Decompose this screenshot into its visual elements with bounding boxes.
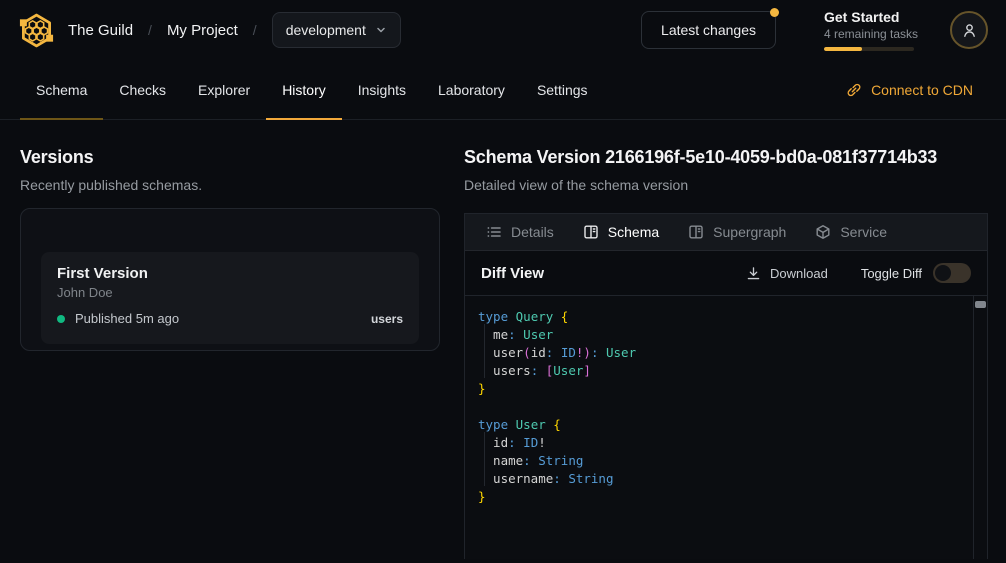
breadcrumb-separator: / [253,22,257,38]
tab-schema[interactable]: Schema [20,60,103,119]
detail-tab-bar: Details Schema [465,214,987,251]
top-bar-actions: Latest changes Get Started 4 remaining t… [641,9,988,51]
download-button[interactable]: Download [746,266,828,281]
top-bar: The Guild / My Project / development Lat… [0,0,1006,60]
latest-changes-button[interactable]: Latest changes [641,11,776,49]
breadcrumb-project[interactable]: My Project [167,22,238,39]
versions-list-card: First Version John Doe Published 5m ago … [20,208,440,351]
detail-tab-label: Schema [608,224,659,240]
toggle-diff-switch[interactable] [933,263,971,283]
progress-bar-fill [824,47,862,51]
user-menu-button[interactable] [950,11,988,49]
tab-history[interactable]: History [266,60,342,119]
diff-view-title: Diff View [481,265,544,282]
diff-view-actions: Download Toggle Diff [746,263,971,283]
versions-section: Versions Recently published schemas. Fir… [20,147,440,563]
notification-dot [770,8,779,17]
toggle-diff-label: Toggle Diff [861,266,922,281]
version-detail-section: Schema Version 2166196f-5e10-4059-bd0a-0… [464,147,988,563]
code-scrollbar-handle[interactable] [975,301,986,308]
code-block: type Query { me: User user(id: ID!): Use… [478,308,971,506]
split-panel-icon [583,224,599,240]
version-name: First Version [57,265,403,282]
published-dot-icon [57,315,65,323]
connect-cdn-link[interactable]: Connect to CDN [846,60,973,119]
detail-tab-label: Supergraph [713,224,786,240]
versions-title: Versions [20,147,440,168]
breadcrumb: The Guild / My Project / development [68,12,401,48]
chevron-down-icon [375,24,387,36]
version-detail-subtitle: Detailed view of the schema version [464,177,988,193]
detail-tab-label: Details [511,224,554,240]
breadcrumb-separator: / [148,22,152,38]
toggle-knob [935,265,951,281]
connect-cdn-label: Connect to CDN [871,82,973,98]
code-scrollbar[interactable] [973,296,987,559]
version-status-row: Published 5m ago users [57,311,403,326]
version-list-item[interactable]: First Version John Doe Published 5m ago … [41,252,419,344]
tab-insights[interactable]: Insights [342,60,422,119]
download-icon [746,266,761,281]
target-selector-value: development [286,22,366,38]
main-nav: Schema Checks Explorer History Insights … [0,60,1006,120]
cube-icon [815,224,831,240]
schema-code-viewer[interactable]: type Query { me: User user(id: ID!): Use… [465,296,987,559]
version-detail-title: Schema Version 2166196f-5e10-4059-bd0a-0… [464,147,988,168]
download-label: Download [770,266,828,281]
hive-logo-icon[interactable] [18,12,55,49]
detail-tab-supergraph[interactable]: Supergraph [688,224,786,240]
versions-subtitle: Recently published schemas. [20,177,440,193]
version-detail-panel: Details Schema [464,213,988,559]
detail-tab-schema[interactable]: Schema [583,224,659,240]
link-icon [846,82,862,98]
get-started-subtitle: 4 remaining tasks [824,27,936,41]
tab-explorer[interactable]: Explorer [182,60,266,119]
service-name-badge: users [371,312,403,326]
version-status: Published 5m ago [75,311,179,326]
tab-settings[interactable]: Settings [521,60,604,119]
detail-tab-label: Service [840,224,887,240]
detail-tab-service[interactable]: Service [815,224,887,240]
progress-bar [824,47,914,51]
list-icon [486,224,502,240]
tab-checks[interactable]: Checks [103,60,182,119]
main-content: Versions Recently published schemas. Fir… [0,120,1006,563]
split-panel-icon [688,224,704,240]
detail-tab-details[interactable]: Details [486,224,554,240]
target-selector[interactable]: development [272,12,401,48]
latest-changes-label: Latest changes [661,22,756,38]
version-author: John Doe [57,285,403,300]
get-started-widget[interactable]: Get Started 4 remaining tasks [824,9,936,51]
tab-laboratory[interactable]: Laboratory [422,60,521,119]
get-started-title: Get Started [824,9,936,25]
breadcrumb-organization[interactable]: The Guild [68,22,133,39]
app-window: The Guild / My Project / development Lat… [0,0,1006,563]
diff-view-header: Diff View Download Toggle Diff [465,251,987,296]
person-icon [961,22,978,39]
